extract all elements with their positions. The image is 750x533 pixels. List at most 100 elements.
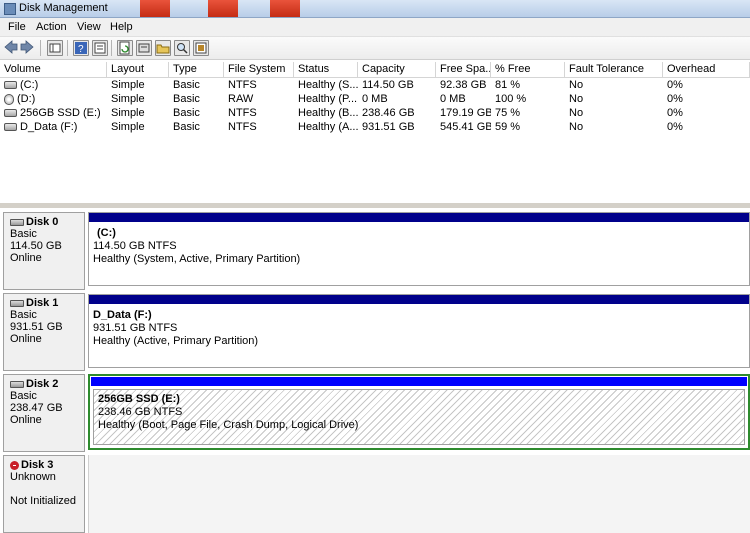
open-icon[interactable] [155,40,171,56]
disk-name: Disk 3 [21,459,54,471]
disk-size: 114.50 GB [10,240,62,252]
column-header-volume[interactable]: Volume [0,62,107,77]
refresh-icon[interactable] [117,40,133,56]
status-cell: Healthy (P... [298,93,358,105]
percent-free-cell: 59 % [495,121,521,133]
disk-row: Disk 0 Basic 114.50 GB Online (C:) 114.5… [0,212,750,290]
volume-cell: (D:) [0,92,107,106]
partition-info: D_Data (F:) 931.51 GB NTFS Healthy (Acti… [93,309,258,348]
background-window-decoration [270,0,300,17]
partition-size: 238.46 GB NTFS [98,406,183,418]
partition-info: 256GB SSD (E:) 238.46 GB NTFS Healthy (B… [98,393,358,432]
console-tree-icon[interactable] [47,40,63,56]
window-title: Disk Management [19,2,108,14]
menu-file[interactable]: File [8,21,26,33]
disk-row: Disk 1 Basic 931.51 GB Online D_Data (F:… [0,293,750,371]
disk-icon [10,299,24,307]
partition-block[interactable]: (C:) 114.50 GB NTFS Healthy (System, Act… [88,212,750,286]
list-view-icon[interactable] [92,40,108,56]
free-space-cell: 179.19 GB [440,107,491,119]
menu-bar: File Action View Help [0,18,750,37]
settings-icon[interactable] [193,40,209,56]
partition-block-selected[interactable]: 256GB SSD (E:) 238.46 GB NTFS Healthy (B… [88,374,750,450]
overhead-cell: 0% [667,79,683,91]
unknown-disk-area[interactable] [88,455,750,533]
type-cell: Basic [173,121,200,133]
type-cell: Basic [173,79,200,91]
column-header-layout[interactable]: Layout [107,62,169,77]
overhead-cell: 0% [667,107,683,119]
capacity-cell: 931.51 GB [362,121,415,133]
file-system-cell: NTFS [228,121,257,133]
fault-tolerance-cell: No [569,121,584,133]
help-icon[interactable]: ? [73,40,89,56]
forward-arrow-icon[interactable] [20,40,34,54]
file-system-cell: NTFS [228,107,257,119]
primary-partition-bar [89,213,749,222]
menu-view[interactable]: View [77,21,101,33]
overhead-cell: 0% [667,93,683,105]
disk-label[interactable]: Disk 2 Basic 238.47 GB Online [3,374,85,452]
volume-row[interactable]: D_Data (F:) Simple Basic NTFS Healthy (A… [0,120,750,134]
capacity-cell: 114.50 GB [362,79,414,91]
partition-info: (C:) 114.50 GB NTFS Healthy (System, Act… [93,227,300,266]
column-header-file-system[interactable]: File System [224,62,294,77]
partition-block[interactable]: D_Data (F:) 931.51 GB NTFS Healthy (Acti… [88,294,750,368]
fault-tolerance-cell: No [569,107,584,119]
export-list-icon[interactable] [136,40,152,56]
disk-state: Not Initialized [10,495,77,507]
column-header-type[interactable]: Type [169,62,224,77]
percent-free-cell: 81 % [495,79,521,91]
partition-status: Healthy (Boot, Page File, Crash Dump, Lo… [98,419,359,431]
column-header-percent-free[interactable]: % Free [491,62,565,77]
disk-name: Disk 1 [26,297,59,309]
disk-label[interactable]: Disk 0 Basic 114.50 GB Online [3,212,85,290]
overhead-cell: 0% [667,121,683,133]
volume-list-header: Volume Layout Type File System Status Ca… [0,62,750,78]
drive-icon [4,109,17,118]
disk-type: Basic [10,390,37,402]
volume-cell: D_Data (F:) [0,120,107,134]
volume-list: Volume Layout Type File System Status Ca… [0,60,750,204]
partition-status: Healthy (Active, Primary Partition) [93,335,259,347]
status-cell: Healthy (A... [298,121,358,133]
disk-state: Online [10,252,42,264]
selection-hatch: 256GB SSD (E:) 238.46 GB NTFS Healthy (B… [93,389,745,445]
menu-action[interactable]: Action [36,21,67,33]
volume-row[interactable]: (D:) Simple Basic RAW Healthy (P... 0 MB… [0,92,750,106]
menu-help[interactable]: Help [110,21,133,33]
type-cell: Basic [173,93,200,105]
status-cell: Healthy (B... [298,107,358,119]
disk-type: Basic [10,228,37,240]
search-icon[interactable] [174,40,190,56]
layout-cell: Simple [111,107,145,119]
partition-name: 256GB SSD (E:) [98,393,180,405]
file-system-cell: NTFS [228,79,257,91]
back-arrow-icon[interactable] [4,40,18,54]
toolbar-separator [40,40,41,56]
volume-row[interactable]: 256GB SSD (E:) Simple Basic NTFS Healthy… [0,106,750,120]
disk-name: Disk 0 [26,216,59,228]
free-space-cell: 0 MB [440,93,466,105]
volume-name: D_Data (F:) [20,121,78,133]
file-system-cell: RAW [228,93,254,105]
column-header-fault-tolerance[interactable]: Fault Tolerance [565,62,663,77]
cd-drive-icon [4,93,14,105]
disk-name: Disk 2 [26,378,59,390]
capacity-cell: 0 MB [362,93,388,105]
disk-label[interactable]: Disk 3 Unknown Not Initialized [3,455,85,533]
primary-partition-bar [89,295,749,304]
partition-size: 931.51 GB NTFS [93,322,178,334]
partition-name: (C:) [97,227,116,239]
disk-state: Online [10,333,42,345]
column-header-overhead[interactable]: Overhead [663,62,750,77]
volume-name: (C:) [20,79,39,91]
svg-text:?: ? [78,44,84,55]
disk-label[interactable]: Disk 1 Basic 931.51 GB Online [3,293,85,371]
background-window-decoration [140,0,170,17]
column-header-capacity[interactable]: Capacity [358,62,436,77]
disk-icon [10,218,24,226]
column-header-free-space[interactable]: Free Spa... [436,62,491,77]
volume-row[interactable]: (C:) Simple Basic NTFS Healthy (S... 114… [0,78,750,92]
column-header-status[interactable]: Status [294,62,358,77]
